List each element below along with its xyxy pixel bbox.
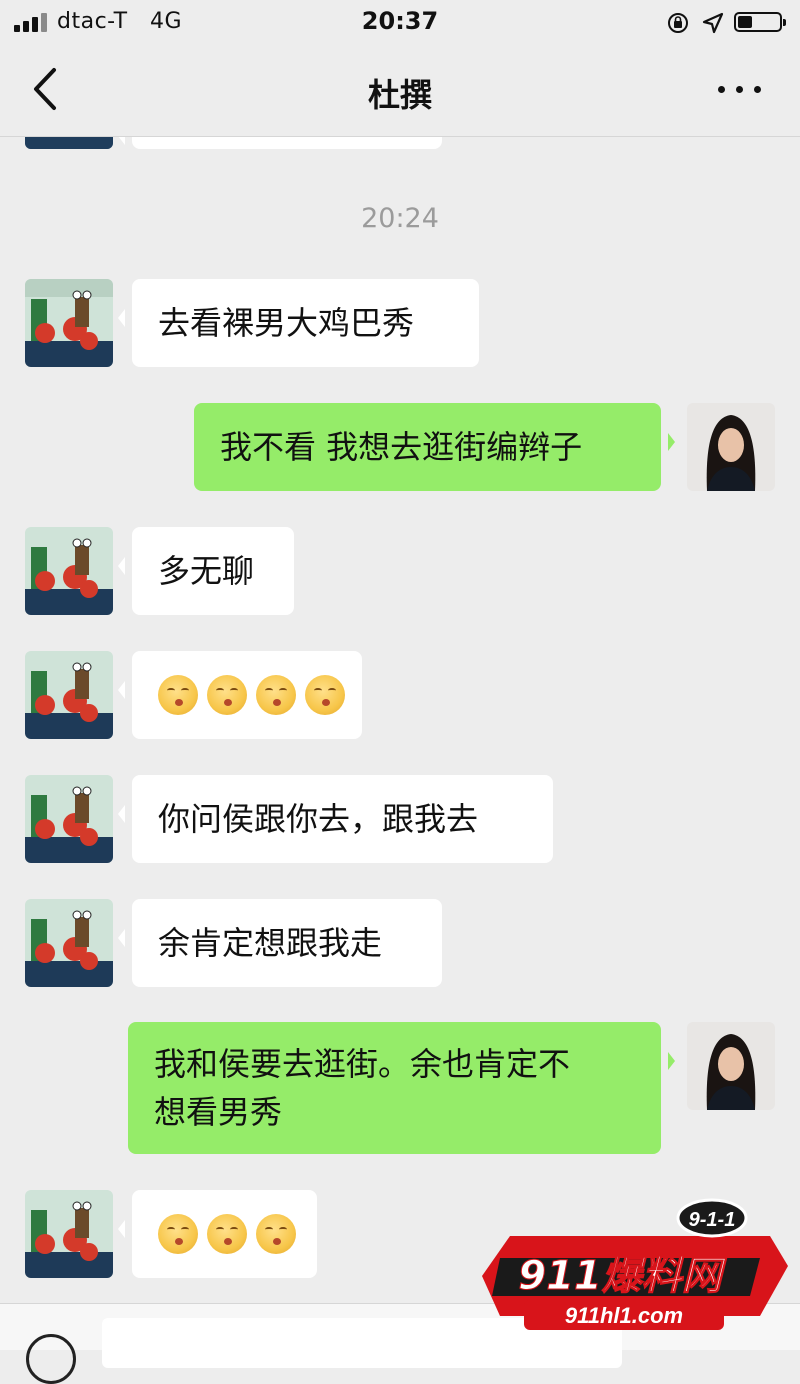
- message-bubble[interactable]: [118, 1190, 317, 1278]
- kissing-face-emoji: [256, 675, 296, 715]
- chat-title: 杜撰: [367, 76, 432, 114]
- location-icon: [702, 12, 724, 34]
- kissing-face-emoji: [207, 675, 247, 715]
- kissing-face-emoji: [256, 1214, 296, 1254]
- message-bubble[interactable]: [118, 651, 362, 739]
- voice-button[interactable]: [26, 1334, 76, 1384]
- message-bubble-partial[interactable]: [118, 137, 442, 149]
- kissing-face-emoji: [158, 1214, 198, 1254]
- my-avatar[interactable]: [687, 403, 775, 491]
- emoji-row: [158, 675, 345, 715]
- kissing-face-emoji: [305, 675, 345, 715]
- message-bubble[interactable]: 我不看 我想去逛街编辫子: [194, 403, 675, 491]
- message-text: 去看裸男大鸡巴秀: [158, 304, 415, 342]
- message-text-line: 我和侯要去逛街。余也肯定不: [154, 1045, 571, 1083]
- watermark-logo: 9-1-1 911爆料网 911hl1.com: [470, 1196, 790, 1349]
- contact-avatar[interactable]: [25, 899, 113, 987]
- contact-avatar[interactable]: [25, 1190, 113, 1278]
- message-text: 余肯定想跟我走: [158, 924, 383, 962]
- chat-messages[interactable]: 20:24 去看裸男大鸡巴秀 我不看 我想去逛街编辫子 多无聊 你问侯跟你去，跟…: [0, 137, 800, 1303]
- emoji-row: [158, 1214, 296, 1254]
- chat-timestamp: 20:24: [361, 203, 439, 234]
- watermark-brand: 911爆料网: [518, 1253, 727, 1299]
- message-text-line: 想看男秀: [154, 1093, 283, 1131]
- status-bar: dtac-T 4G 20:37: [0, 0, 800, 44]
- more-button[interactable]: [716, 68, 764, 108]
- status-icons: [626, 8, 786, 36]
- contact-avatar[interactable]: [25, 651, 113, 739]
- message-bubble[interactable]: 多无聊: [118, 527, 294, 615]
- watermark-badge: 9-1-1: [689, 1209, 736, 1231]
- rotation-lock-icon: [668, 13, 688, 33]
- message-text: 你问侯跟你去，跟我去: [158, 800, 479, 838]
- kissing-face-emoji: [207, 1214, 247, 1254]
- message-text: 多无聊: [158, 552, 255, 590]
- contact-avatar[interactable]: [25, 279, 113, 367]
- message-bubble[interactable]: 去看裸男大鸡巴秀: [118, 279, 479, 367]
- my-avatar[interactable]: [687, 1022, 775, 1110]
- message-bubble[interactable]: 你问侯跟你去，跟我去: [118, 775, 553, 863]
- contact-avatar[interactable]: [25, 527, 113, 615]
- message-bubble[interactable]: 余肯定想跟我走: [118, 899, 442, 987]
- contact-avatar[interactable]: [25, 775, 113, 863]
- message-text: 我不看 我想去逛街编辫子: [220, 428, 583, 466]
- battery-icon: [734, 12, 786, 32]
- kissing-face-emoji: [158, 675, 198, 715]
- chat-header: 杜撰: [0, 44, 800, 137]
- contact-avatar[interactable]: [25, 137, 113, 149]
- watermark-url: 911hl1.com: [565, 1303, 683, 1328]
- message-bubble[interactable]: 我和侯要去逛街。余也肯定不 想看男秀: [128, 1022, 675, 1154]
